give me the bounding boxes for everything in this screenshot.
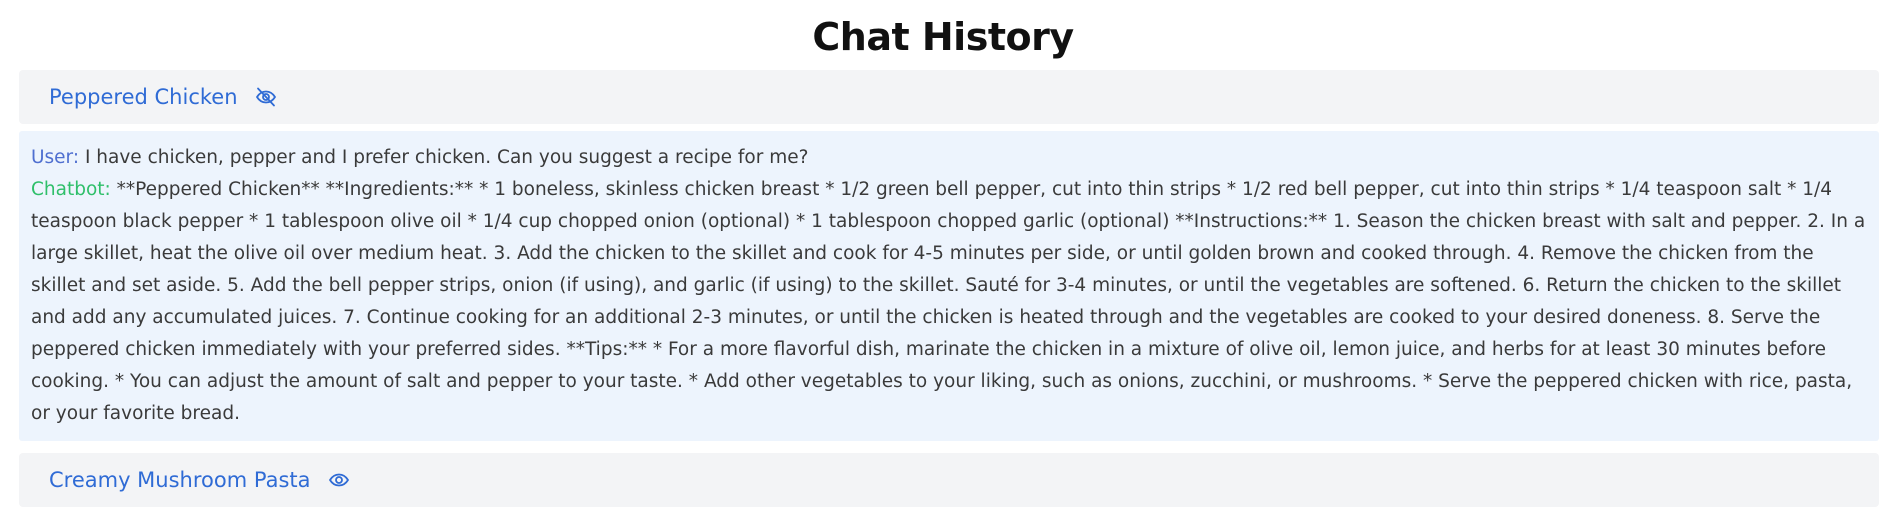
chat-history-list: Peppered Chicken User: I have chicken, p… — [19, 70, 1879, 507]
eye-off-icon[interactable] — [254, 85, 278, 109]
chatbot-label: Chatbot: — [31, 179, 111, 200]
user-message: User: I have chicken, pepper and I prefe… — [31, 142, 1867, 174]
user-message-text: I have chicken, pepper and I prefer chic… — [79, 147, 809, 168]
chat-title[interactable]: Peppered Chicken — [49, 85, 238, 109]
eye-icon[interactable] — [327, 468, 351, 492]
chat-transcript: User: I have chicken, pepper and I prefe… — [19, 131, 1879, 441]
bot-message: Chatbot: **Peppered Chicken** **Ingredie… — [31, 174, 1867, 430]
chat-title[interactable]: Creamy Mushroom Pasta — [49, 468, 311, 492]
page-title: Chat History — [812, 15, 1074, 59]
bot-message-text: **Peppered Chicken** **Ingredients:** * … — [31, 179, 1866, 424]
chat-entry: Peppered Chicken User: I have chicken, p… — [19, 70, 1879, 441]
chat-header-peppered-chicken[interactable]: Peppered Chicken — [19, 70, 1879, 124]
user-label: User: — [31, 147, 80, 168]
